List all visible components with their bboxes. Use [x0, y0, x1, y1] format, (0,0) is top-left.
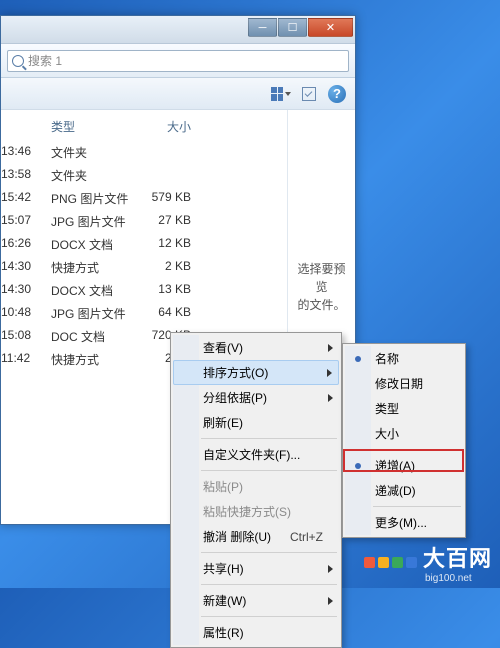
preview-pane-button[interactable]: [299, 84, 319, 104]
preview-hint: 选择要预览: [294, 260, 349, 296]
table-row[interactable]: 14:30DOCX 文档13 KB: [1, 279, 287, 302]
menu-paste: 粘贴(P): [173, 474, 339, 499]
search-placeholder: 搜索 1: [28, 52, 62, 69]
sort-type[interactable]: 类型: [345, 396, 463, 421]
sort-submenu: 名称 修改日期 类型 大小 递增(A) 递减(D) 更多(M)...: [342, 343, 466, 538]
table-row[interactable]: 14:30快捷方式2 KB: [1, 256, 287, 279]
submenu-arrow-icon: [327, 369, 332, 377]
sort-name[interactable]: 名称: [345, 346, 463, 371]
table-row[interactable]: 15:42PNG 图片文件579 KB: [1, 187, 287, 210]
context-menu: 查看(V) 排序方式(O) 分组依据(P) 刷新(E) 自定义文件夹(F)...…: [170, 332, 342, 648]
search-icon: [12, 55, 24, 67]
chevron-down-icon: [285, 92, 291, 96]
submenu-arrow-icon: [328, 597, 333, 605]
menu-paste-shortcut: 粘贴快捷方式(S): [173, 499, 339, 524]
col-type[interactable]: 类型: [41, 118, 147, 135]
menu-refresh[interactable]: 刷新(E): [173, 410, 339, 435]
help-icon: ?: [328, 85, 346, 103]
table-row[interactable]: 10:48JPG 图片文件64 KB: [1, 302, 287, 325]
sort-desc[interactable]: 递减(D): [345, 478, 463, 503]
sort-size[interactable]: 大小: [345, 421, 463, 446]
brand-name: 大百网: [423, 541, 492, 573]
sort-asc[interactable]: 递增(A): [345, 453, 463, 478]
grid-icon: [271, 87, 283, 101]
preview-hint: 的文件。: [294, 296, 349, 314]
column-headers: 类型 大小: [1, 118, 287, 141]
col-size[interactable]: 大小: [147, 118, 203, 135]
help-button[interactable]: ?: [327, 84, 347, 104]
view-mode-button[interactable]: [271, 84, 291, 104]
menu-customize[interactable]: 自定义文件夹(F)...: [173, 442, 339, 467]
search-input[interactable]: 搜索 1: [7, 50, 349, 72]
sort-date[interactable]: 修改日期: [345, 371, 463, 396]
shortcut-label: Ctrl+Z: [290, 530, 323, 544]
command-toolbar: ?: [1, 78, 355, 110]
table-row[interactable]: 15:07JPG 图片文件27 KB: [1, 210, 287, 233]
menu-new[interactable]: 新建(W): [173, 588, 339, 613]
menu-properties[interactable]: 属性(R): [173, 620, 339, 645]
menu-undo[interactable]: 撤消 删除(U)Ctrl+Z: [173, 524, 339, 549]
minimize-button[interactable]: ─: [248, 18, 277, 37]
menu-share[interactable]: 共享(H): [173, 556, 339, 581]
table-row[interactable]: 13:46文件夹: [1, 141, 287, 164]
radio-dot-icon: [355, 463, 361, 469]
submenu-arrow-icon: [328, 344, 333, 352]
close-button[interactable]: ✕: [308, 18, 353, 37]
menu-sort[interactable]: 排序方式(O): [173, 360, 339, 385]
brand-sub: big100.net: [423, 573, 492, 584]
submenu-arrow-icon: [328, 394, 333, 402]
menu-group[interactable]: 分组依据(P): [173, 385, 339, 410]
titlebar: ─ ☐ ✕: [1, 16, 355, 44]
table-row[interactable]: 16:26DOCX 文档12 KB: [1, 233, 287, 256]
brand-watermark: 大百网 big100.net: [364, 541, 492, 584]
radio-dot-icon: [355, 356, 361, 362]
maximize-button[interactable]: ☐: [278, 18, 307, 37]
table-row[interactable]: 13:58文件夹: [1, 164, 287, 187]
address-toolbar: 搜索 1: [1, 44, 355, 78]
brand-logo-icon: [364, 557, 417, 568]
sort-more[interactable]: 更多(M)...: [345, 510, 463, 535]
menu-view[interactable]: 查看(V): [173, 335, 339, 360]
submenu-arrow-icon: [328, 565, 333, 573]
checkbox-icon: [302, 87, 316, 101]
